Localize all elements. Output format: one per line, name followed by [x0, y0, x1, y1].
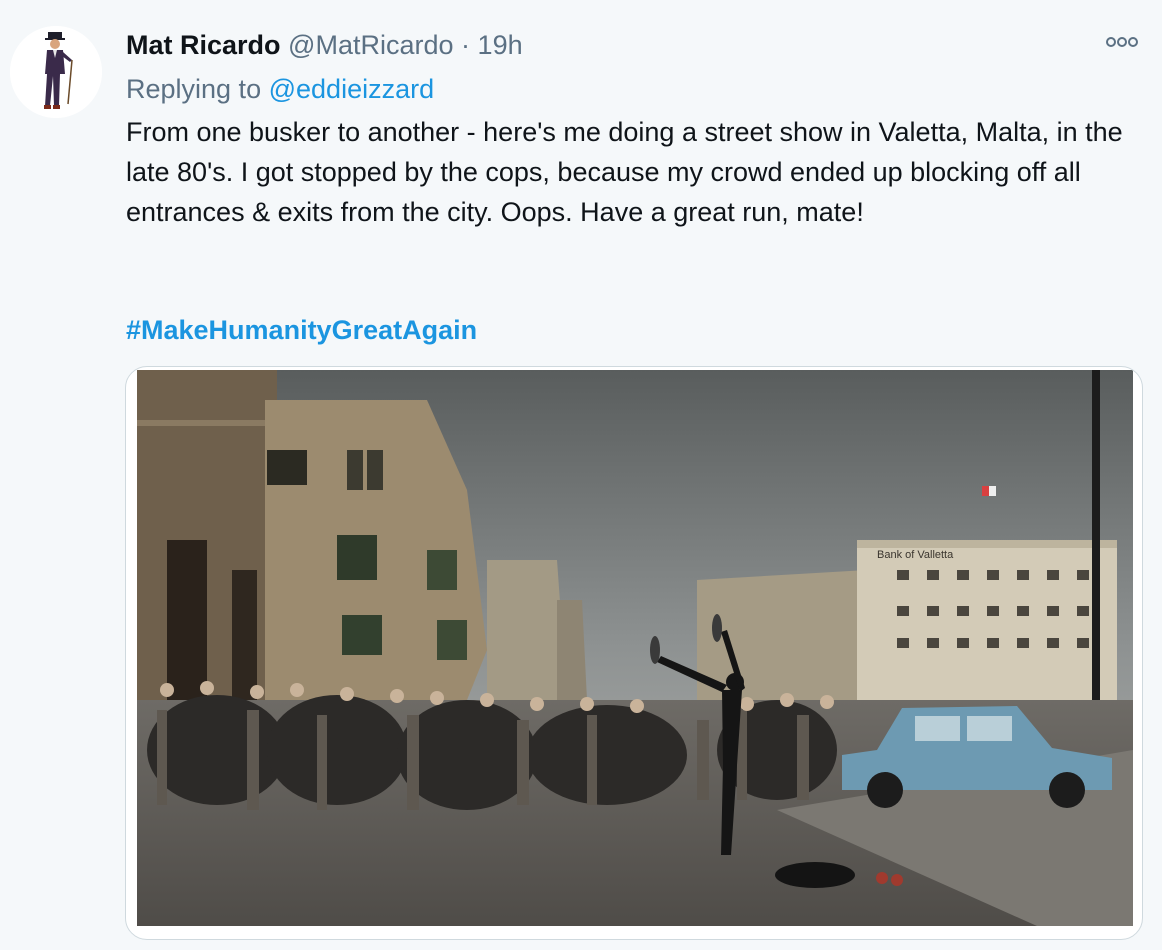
reply-mention-link[interactable]: @eddieizzard	[269, 74, 435, 104]
more-dots-icon	[1106, 37, 1138, 47]
hashtag-link[interactable]: #MakeHumanityGreatAgain	[126, 310, 477, 350]
separator-dot: ·	[461, 30, 471, 60]
timestamp[interactable]: 19h	[478, 30, 523, 60]
media-card[interactable]: Bank of Valletta	[125, 366, 1143, 940]
author-handle[interactable]: @MatRicardo	[288, 30, 453, 60]
replying-to-label: Replying to	[126, 74, 262, 104]
tweet-header: Mat Ricardo @MatRicardo · 19h	[126, 27, 523, 63]
tweet-text: From one busker to another - here's me d…	[126, 117, 1123, 227]
bank-sign: Bank of Valletta	[877, 549, 954, 561]
more-options-button[interactable]	[1102, 30, 1142, 54]
replying-to: Replying to @eddieizzard	[126, 71, 434, 107]
author-name[interactable]: Mat Ricardo	[126, 30, 281, 60]
avatar[interactable]	[10, 26, 102, 118]
tweet-photo: Bank of Valletta	[137, 370, 1133, 926]
